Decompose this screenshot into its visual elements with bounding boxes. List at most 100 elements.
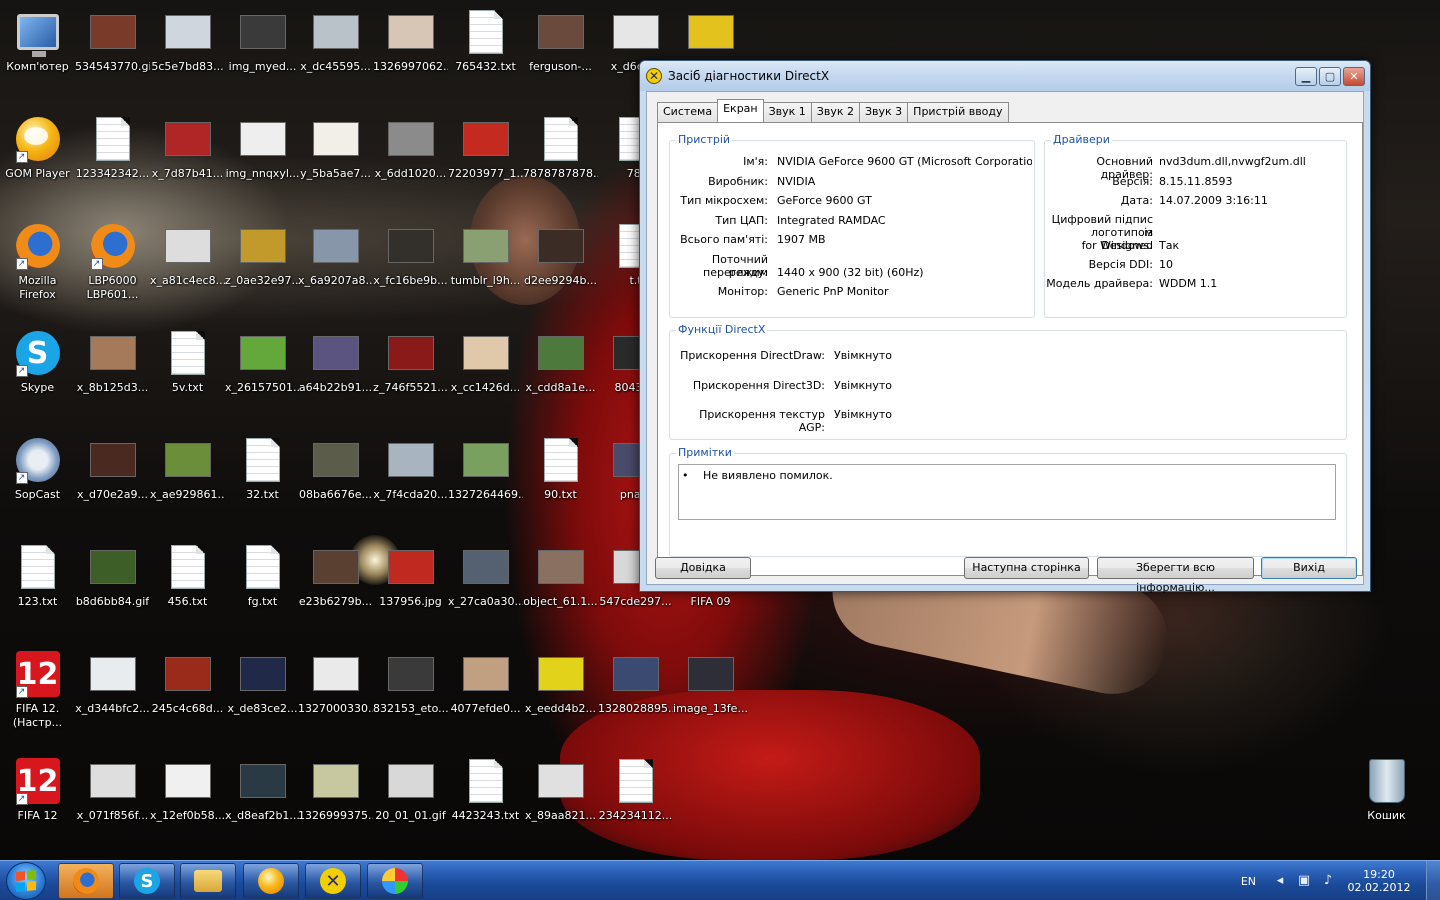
desktop-icon[interactable]: 123.txt <box>0 535 75 635</box>
desktop-icon[interactable]: x_d8eaf2b1... <box>225 749 300 849</box>
desktop-icon[interactable]: 1326997062... <box>373 0 448 100</box>
desktop-icon[interactable]: img_myed... <box>225 0 300 100</box>
desktop-icon[interactable]: fg.txt <box>225 535 300 635</box>
desktop-icon[interactable]: Кошик <box>1349 749 1424 849</box>
taskbar-explorer[interactable] <box>180 863 236 899</box>
desktop-icon[interactable]: Комп'ютер <box>0 0 75 100</box>
taskbar-gom[interactable] <box>243 863 299 899</box>
desktop-icon[interactable]: x_7f4cda20... <box>373 428 448 528</box>
desktop-icon[interactable]: 234234112... <box>598 749 673 849</box>
tab-input[interactable]: Пристрій вводу <box>907 102 1009 122</box>
tab-sound-2[interactable]: Звук 2 <box>810 102 860 122</box>
tab-display[interactable]: Екран <box>717 99 764 122</box>
tab-sound-1[interactable]: Звук 1 <box>762 102 812 122</box>
desktop-icon[interactable]: x_ae929861... <box>150 428 225 528</box>
desktop-icon[interactable]: x_dc45595... <box>298 0 373 100</box>
desktop-icon[interactable]: x_27ca0a30... <box>448 535 523 635</box>
desktop-icon[interactable]: ferguson-... <box>523 0 598 100</box>
show-desktop-button[interactable] <box>1426 861 1440 900</box>
language-indicator[interactable]: EN <box>1241 875 1256 888</box>
desktop-icon[interactable]: img_nnqxyl... <box>225 107 300 207</box>
desktop-icon[interactable]: object_61.1... <box>523 535 598 635</box>
desktop-icon[interactable]: 245c4c68d... <box>150 642 225 742</box>
desktop-icon[interactable]: 123342342... <box>75 107 150 207</box>
dxdiag-titlebar[interactable]: ✕ Засіб діагностики DirectX ▁ ▢ ✕ <box>640 61 1370 91</box>
desktop-icon[interactable]: ↗ LBP6000 LBP601... <box>75 214 150 314</box>
desktop-icon[interactable]: 08ba6676e... <box>298 428 373 528</box>
desktop-icon[interactable]: 1327000330... <box>298 642 373 742</box>
desktop-icon[interactable]: x_cdd8a1e... <box>523 321 598 421</box>
desktop-icon[interactable]: ↗ Mozilla Firefox <box>0 214 75 314</box>
display-mode-value: 1440 x 900 (32 bit) (60Hz) <box>777 266 924 279</box>
desktop-icon[interactable]: x_d344bfc2... <box>75 642 150 742</box>
notes-group: Примітки • Не виявлено помилок. <box>669 446 1347 557</box>
desktop-icon[interactable]: 7878787878... <box>523 107 598 207</box>
volume-icon[interactable]: ♪ <box>1320 873 1336 889</box>
desktop-icon[interactable]: e23b6279b... <box>298 535 373 635</box>
desktop-icon[interactable]: 5c5e7bd83... <box>150 0 225 100</box>
desktop-icon[interactable]: 456.txt <box>150 535 225 635</box>
desktop-icon[interactable]: ↗ SopCast <box>0 428 75 528</box>
image-thumbnail-icon-graphic <box>537 336 584 370</box>
desktop-icon[interactable]: image_13fe... <box>673 642 748 742</box>
desktop-icon[interactable]: 5v.txt <box>150 321 225 421</box>
desktop-icon[interactable]: tumblr_l9h... <box>448 214 523 314</box>
desktop-icon[interactable]: 4423243.txt <box>448 749 523 849</box>
desktop-icon[interactable]: z_746f5521... <box>373 321 448 421</box>
desktop-icon[interactable]: 137956.jpg <box>373 535 448 635</box>
desktop-icon[interactable]: x_071f856f... <box>75 749 150 849</box>
desktop-icon[interactable]: x_eedd4b2... <box>523 642 598 742</box>
desktop-icon[interactable]: 90.txt <box>523 428 598 528</box>
taskbar-firefox[interactable] <box>58 863 114 899</box>
network-icon[interactable]: ▣ <box>1296 873 1312 889</box>
maximize-button[interactable]: ▢ <box>1319 66 1341 86</box>
desktop-icon[interactable]: 12 ↗ FIFA 12.(Настр... <box>0 642 75 742</box>
desktop-icon[interactable]: 534543770.gif <box>75 0 150 100</box>
desktop-icon[interactable]: y_5ba5ae7... <box>298 107 373 207</box>
desktop-icon[interactable]: S ↗ Skype <box>0 321 75 421</box>
taskbar-paint[interactable] <box>367 863 423 899</box>
desktop-icon[interactable]: ↗ GOM Player <box>0 107 75 207</box>
desktop-icon[interactable]: x_d70e2a9... <box>75 428 150 528</box>
desktop-icon[interactable]: x_de83ce2... <box>225 642 300 742</box>
taskbar-skype[interactable]: S <box>119 863 175 899</box>
desktop-icon[interactable]: x_6dd1020... <box>373 107 448 207</box>
desktop-icon[interactable]: d2ee9294b... <box>523 214 598 314</box>
close-button[interactable]: ✕ <box>1343 66 1365 86</box>
desktop-icon[interactable]: 4077efde0... <box>448 642 523 742</box>
desktop-icon[interactable]: 72203977_1... <box>448 107 523 207</box>
desktop-icon[interactable]: 12 ↗ FIFA 12 <box>0 749 75 849</box>
minimize-button[interactable]: ▁ <box>1295 66 1317 86</box>
notes-text-area[interactable]: • Не виявлено помилок. <box>678 464 1336 520</box>
next-page-button[interactable]: Наступна сторінка <box>964 557 1089 579</box>
tray-arrow-icon[interactable]: ◂ <box>1272 873 1288 889</box>
desktop-icon[interactable]: 1326999375... <box>298 749 373 849</box>
desktop-icon[interactable]: x_26157501... <box>225 321 300 421</box>
desktop-icon-label: 1327000330... <box>298 702 373 715</box>
desktop-icon[interactable]: x_cc1426d... <box>448 321 523 421</box>
desktop-icon[interactable]: x_fc16be9b... <box>373 214 448 314</box>
taskbar-dxdiag[interactable]: ✕ <box>305 863 361 899</box>
desktop-icon[interactable]: x_7d87b41... <box>150 107 225 207</box>
desktop-icon[interactable]: 1327264469... <box>448 428 523 528</box>
desktop-icon[interactable]: 20_01_01.gif <box>373 749 448 849</box>
desktop-icon[interactable]: z_0ae32e97... <box>225 214 300 314</box>
help-button[interactable]: Довідка <box>655 557 751 579</box>
start-button[interactable] <box>6 862 46 900</box>
desktop-icon[interactable]: x_12ef0b58... <box>150 749 225 849</box>
desktop-icon[interactable]: 832153_eto... <box>373 642 448 742</box>
desktop-icon[interactable]: x_a81c4ec8... <box>150 214 225 314</box>
desktop-icon[interactable]: 32.txt <box>225 428 300 528</box>
desktop-icon[interactable]: x_6a9207a8... <box>298 214 373 314</box>
desktop-icon[interactable]: x_89aa821... <box>523 749 598 849</box>
desktop-icon[interactable]: 765432.txt <box>448 0 523 100</box>
desktop-icon[interactable]: x_8b125d3... <box>75 321 150 421</box>
tab-sound-3[interactable]: Звук 3 <box>858 102 909 122</box>
desktop-icon[interactable]: a64b22b91... <box>298 321 373 421</box>
exit-button[interactable]: Вихід <box>1261 557 1357 579</box>
desktop-icon[interactable]: b8d6bb84.gif <box>75 535 150 635</box>
save-all-info-button[interactable]: Зберегти всю інформацію... <box>1097 557 1254 594</box>
clock[interactable]: 19:20 02.02.2012 <box>1344 868 1414 894</box>
tab-system[interactable]: Система <box>657 102 719 122</box>
desktop-icon[interactable]: 1328028895... <box>598 642 673 742</box>
